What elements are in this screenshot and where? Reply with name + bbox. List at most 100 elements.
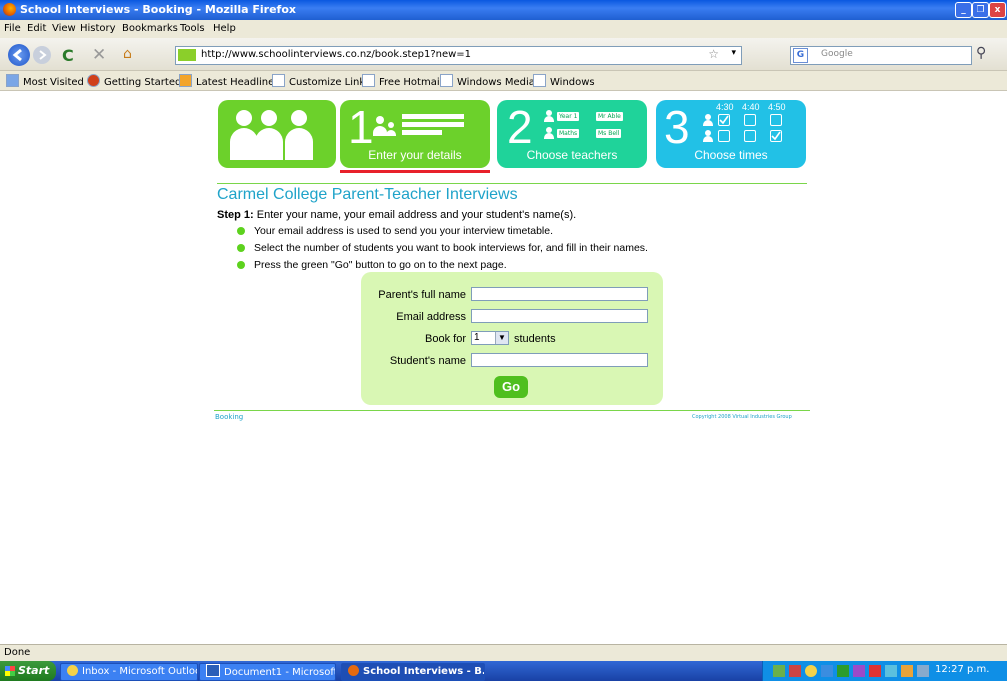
firefox-icon xyxy=(348,665,359,676)
checked-box-icon xyxy=(770,130,782,142)
checkbox-icon xyxy=(770,114,782,126)
header-divider xyxy=(217,183,807,184)
bookmark-label: Free Hotmail xyxy=(379,77,443,88)
bookmark-label: Latest Headlines xyxy=(196,77,280,88)
tray-antivirus-icon[interactable] xyxy=(789,665,801,677)
time-label: 4:40 xyxy=(742,102,760,112)
menu-edit[interactable]: Edit xyxy=(27,23,46,34)
time-label: 4:30 xyxy=(716,102,734,112)
tray-volume-icon[interactable] xyxy=(917,665,929,677)
tray-outlook-icon[interactable] xyxy=(805,665,817,677)
step-prefix: Step 1: xyxy=(217,209,254,221)
taskbar: Start Inbox - Microsoft Outlook Document… xyxy=(0,661,1007,681)
parent-name-input[interactable] xyxy=(471,287,648,301)
minimize-button[interactable]: _ xyxy=(955,2,972,18)
footer-booking-link[interactable]: Booking xyxy=(215,413,243,421)
most-visited-icon xyxy=(6,74,19,87)
parent-body-icon xyxy=(255,128,283,160)
start-button[interactable]: Start xyxy=(0,661,56,681)
check-icon xyxy=(771,131,781,141)
step-2-tile[interactable]: 2 Year 1 Mr Able Maths Ms Bell Choose te… xyxy=(497,100,647,168)
bookmark-windows-media[interactable]: Windows Media xyxy=(440,74,535,88)
bullet-icon xyxy=(237,261,245,269)
step-1-tile[interactable]: 1 Enter your details xyxy=(340,100,490,168)
menu-tools[interactable]: Tools xyxy=(180,23,205,34)
email-label: Email address xyxy=(396,311,466,323)
google-icon[interactable]: G xyxy=(793,48,808,63)
tray-sync-icon[interactable] xyxy=(885,665,897,677)
student-name-input[interactable] xyxy=(471,353,648,367)
restore-button[interactable]: ❐ xyxy=(972,2,989,18)
bookmark-star-icon[interactable]: ☆ xyxy=(708,47,719,61)
bookmark-getting-started[interactable]: Getting Started xyxy=(87,74,181,88)
window-title: School Interviews - Booking - Mozilla Fi… xyxy=(20,3,296,16)
bookmark-label: Customize Links xyxy=(289,77,371,88)
bookmark-free-hotmail[interactable]: Free Hotmail xyxy=(362,74,442,88)
person-icon xyxy=(376,116,384,124)
step-3-tile[interactable]: 3 4:30 4:40 4:50 Choose times xyxy=(656,100,806,168)
rss-icon xyxy=(179,74,192,87)
tray-power-icon[interactable] xyxy=(901,665,913,677)
bookmarks-toolbar: Most Visited Getting Started Latest Head… xyxy=(0,71,1007,91)
menu-view[interactable]: View xyxy=(52,23,76,34)
stop-icon[interactable]: ✕ xyxy=(92,45,106,65)
search-icon[interactable]: ⚲ xyxy=(976,45,986,61)
navigation-toolbar: C ✕ ⌂ http://www.schoolinterviews.co.nz/… xyxy=(0,38,1007,71)
windows-logo-icon xyxy=(5,666,15,676)
child-head-icon xyxy=(291,110,307,126)
bookmark-most-visited[interactable]: Most Visited xyxy=(6,74,84,88)
home-icon[interactable]: ⌂ xyxy=(123,46,132,62)
go-button[interactable]: Go xyxy=(494,376,528,398)
child-body-icon xyxy=(285,128,313,160)
firefox-bookmark-icon xyxy=(87,74,100,87)
parent-body-icon xyxy=(230,128,258,160)
page-title: Carmel College Parent-Teacher Interviews xyxy=(217,186,518,203)
address-url: http://www.schoolinterviews.co.nz/book.s… xyxy=(201,49,472,60)
tray-network-icon[interactable] xyxy=(773,665,785,677)
menu-bookmarks[interactable]: Bookmarks xyxy=(122,23,178,34)
student-count-select[interactable]: 1 ▼ xyxy=(471,331,509,345)
outlook-icon xyxy=(67,665,78,676)
tray-messenger-icon[interactable] xyxy=(821,665,833,677)
menu-bar: File Edit View History Bookmarks Tools H… xyxy=(0,20,1007,38)
page-icon xyxy=(440,74,453,87)
email-input[interactable] xyxy=(471,309,648,323)
person-icon xyxy=(544,116,554,122)
window-title-bar: School Interviews - Booking - Mozilla Fi… xyxy=(0,0,1007,20)
checkbox-icon xyxy=(744,130,756,142)
taskbar-item-word[interactable]: Document1 - Microsoft ... xyxy=(199,663,336,681)
back-arrow-icon xyxy=(12,48,22,62)
active-step-indicator xyxy=(340,170,490,173)
taskbar-item-outlook[interactable]: Inbox - Microsoft Outlook xyxy=(60,663,198,681)
forward-button[interactable] xyxy=(33,46,51,64)
search-box[interactable]: G Google xyxy=(790,46,972,65)
reload-icon[interactable]: C xyxy=(62,46,74,65)
book-for-label: Book for xyxy=(425,333,466,345)
menu-help[interactable]: Help xyxy=(213,23,236,34)
tray-security-icon[interactable] xyxy=(869,665,881,677)
page-icon xyxy=(362,74,375,87)
tray-clock: 12:27 p.m. xyxy=(935,664,990,675)
step-1-label: Enter your details xyxy=(368,148,462,162)
bookmark-customize-links[interactable]: Customize Links xyxy=(272,74,370,88)
students-label: students xyxy=(514,333,556,345)
chevron-down-icon[interactable]: ▼ xyxy=(495,332,508,344)
list-line-icon xyxy=(402,130,442,135)
bookmark-label: Windows Media xyxy=(457,77,535,88)
bookmark-latest-headlines[interactable]: Latest Headlines xyxy=(179,74,280,88)
footer-copyright: Copyright 2008 Virtual Industries Group xyxy=(692,414,792,420)
step-2-label: Choose teachers xyxy=(526,148,618,162)
step-number: 3 xyxy=(664,101,690,153)
menu-file[interactable]: File xyxy=(4,23,21,34)
tray-app-icon[interactable] xyxy=(853,665,865,677)
parent-head-icon xyxy=(261,110,277,126)
dropdown-arrow-icon[interactable]: ▾ xyxy=(731,48,736,58)
address-bar[interactable]: http://www.schoolinterviews.co.nz/book.s… xyxy=(175,46,742,65)
menu-history[interactable]: History xyxy=(80,23,116,34)
tray-update-icon[interactable] xyxy=(837,665,849,677)
back-button[interactable] xyxy=(8,44,30,66)
close-button[interactable]: x xyxy=(989,2,1006,18)
bookmark-windows[interactable]: Windows xyxy=(533,74,595,88)
taskbar-item-firefox[interactable]: School Interviews - B... xyxy=(341,663,485,681)
person-icon xyxy=(703,136,713,142)
